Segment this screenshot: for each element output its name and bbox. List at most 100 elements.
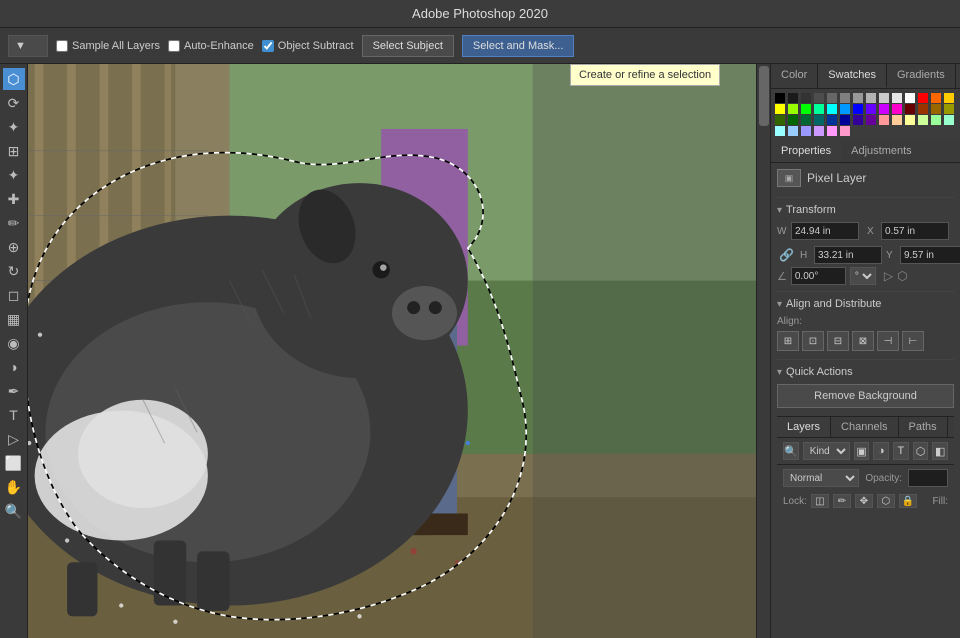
layer-filter-smart-btn[interactable]: ◧ — [932, 442, 948, 460]
layer-filter-shape-btn[interactable]: ⬡ — [913, 442, 929, 460]
color-swatch[interactable] — [788, 126, 798, 136]
color-swatch[interactable] — [918, 115, 928, 125]
color-swatch[interactable] — [840, 126, 850, 136]
color-swatch[interactable] — [853, 93, 863, 103]
auto-enhance-checkbox[interactable]: Auto-Enhance — [168, 40, 254, 52]
color-swatch[interactable] — [775, 115, 785, 125]
align-collapse-arrow[interactable]: ▾ — [777, 299, 782, 310]
color-swatch[interactable] — [814, 115, 824, 125]
angle-dropdown[interactable]: ° — [850, 267, 876, 285]
angle-input[interactable] — [791, 267, 846, 285]
align-center-v-btn[interactable]: ⊣ — [877, 331, 899, 351]
color-swatch[interactable] — [879, 115, 889, 125]
color-swatch[interactable] — [827, 126, 837, 136]
tab-gradients[interactable]: Gradients — [887, 64, 956, 88]
tab-swatches[interactable]: Swatches — [818, 64, 887, 88]
color-swatch[interactable] — [788, 115, 798, 125]
blend-mode-select[interactable]: Normal — [783, 469, 859, 487]
brush-tool-icon[interactable]: ✏ — [3, 212, 25, 234]
color-swatch[interactable] — [918, 104, 928, 114]
tab-layers[interactable]: Layers — [777, 417, 831, 437]
color-swatch[interactable] — [801, 93, 811, 103]
color-swatch[interactable] — [944, 104, 954, 114]
height-input[interactable] — [814, 246, 882, 264]
quick-actions-arrow[interactable]: ▾ — [777, 367, 782, 378]
color-swatch[interactable] — [840, 104, 850, 114]
tab-properties[interactable]: Properties — [771, 140, 841, 162]
color-swatch[interactable] — [905, 93, 915, 103]
align-center-h-btn[interactable]: ⊡ — [802, 331, 824, 351]
clone-stamp-icon[interactable]: ⊕ — [3, 236, 25, 258]
transform-collapse-arrow[interactable]: ▾ — [777, 205, 782, 216]
x-input[interactable] — [881, 222, 949, 240]
color-swatch[interactable] — [905, 115, 915, 125]
color-swatch[interactable] — [931, 115, 941, 125]
color-swatch[interactable] — [853, 104, 863, 114]
gradient-tool-icon[interactable]: ▦ — [3, 308, 25, 330]
sample-all-layers-checkbox[interactable]: Sample All Layers — [56, 40, 160, 52]
dodge-tool-icon[interactable]: ◑ — [3, 356, 25, 378]
color-swatch[interactable] — [866, 93, 876, 103]
color-swatch[interactable] — [827, 104, 837, 114]
color-swatch[interactable] — [801, 126, 811, 136]
color-swatch[interactable] — [892, 104, 902, 114]
history-brush-icon[interactable]: ↻ — [3, 260, 25, 282]
link-proportions-icon[interactable]: 🔗 — [777, 246, 796, 264]
pen-tool-icon[interactable]: ✒ — [3, 380, 25, 402]
select-subject-button[interactable]: Select Subject — [362, 35, 454, 57]
sample-all-layers-input[interactable] — [56, 40, 68, 52]
crop-tool-icon[interactable]: ⊞ — [3, 140, 25, 162]
layer-kind-select[interactable]: Kind — [803, 442, 850, 460]
remove-background-button[interactable]: Remove Background — [777, 384, 954, 408]
align-left-btn[interactable]: ⊞ — [777, 331, 799, 351]
color-swatch[interactable] — [775, 126, 785, 136]
magic-wand-icon[interactable]: ✦ — [3, 116, 25, 138]
lock-transparent-btn[interactable]: ◫ — [811, 494, 829, 508]
tab-channels[interactable]: Channels — [831, 417, 898, 437]
color-swatch[interactable] — [827, 93, 837, 103]
lock-artboard-btn[interactable]: ⬡ — [877, 494, 895, 508]
canvas-scrollbar[interactable] — [756, 64, 770, 638]
lock-position-btn[interactable]: ✥ — [855, 494, 873, 508]
color-swatch[interactable] — [827, 115, 837, 125]
blur-tool-icon[interactable]: ◉ — [3, 332, 25, 354]
color-swatch[interactable] — [944, 115, 954, 125]
selection-tool-icon[interactable]: ⬡ — [3, 68, 25, 90]
color-swatch[interactable] — [892, 93, 902, 103]
hand-tool-icon[interactable]: ✋ — [3, 476, 25, 498]
color-swatch[interactable] — [801, 115, 811, 125]
layer-filter-pixel-btn[interactable]: ▣ — [854, 442, 870, 460]
y-input[interactable] — [900, 246, 960, 264]
color-swatch[interactable] — [801, 104, 811, 114]
path-select-icon[interactable]: ▷ — [3, 428, 25, 450]
color-swatch[interactable] — [788, 104, 798, 114]
color-swatch[interactable] — [892, 115, 902, 125]
color-swatch[interactable] — [775, 104, 785, 114]
eraser-tool-icon[interactable]: ◻ — [3, 284, 25, 306]
zoom-tool-icon[interactable]: 🔍 — [3, 500, 25, 522]
color-swatch[interactable] — [814, 126, 824, 136]
scrollbar-thumb[interactable] — [759, 66, 769, 126]
canvas-wrapper[interactable] — [28, 64, 756, 638]
color-swatch[interactable] — [775, 93, 785, 103]
align-bottom-btn[interactable]: ⊢ — [902, 331, 924, 351]
color-swatch[interactable] — [944, 93, 954, 103]
color-swatch[interactable] — [840, 115, 850, 125]
heal-brush-icon[interactable]: ✚ — [3, 188, 25, 210]
color-swatch[interactable] — [931, 104, 941, 114]
object-subtract-input[interactable] — [262, 40, 274, 52]
eyedropper-icon[interactable]: ✦ — [3, 164, 25, 186]
object-subtract-checkbox[interactable]: Object Subtract — [262, 40, 354, 52]
color-swatch[interactable] — [918, 93, 928, 103]
color-swatch[interactable] — [879, 104, 889, 114]
tab-color[interactable]: Color — [771, 64, 818, 88]
color-swatch[interactable] — [905, 104, 915, 114]
text-tool-icon[interactable]: T — [3, 404, 25, 426]
opacity-input[interactable] — [908, 469, 948, 487]
color-swatch[interactable] — [814, 104, 824, 114]
canvas-area[interactable] — [28, 64, 770, 638]
color-swatch[interactable] — [931, 93, 941, 103]
color-swatch[interactable] — [866, 115, 876, 125]
tab-adjustments[interactable]: Adjustments — [841, 140, 922, 162]
color-swatch[interactable] — [840, 93, 850, 103]
